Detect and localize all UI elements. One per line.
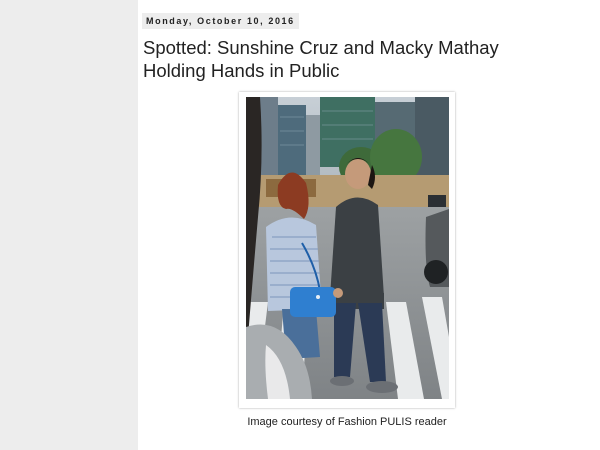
post-date-header: Monday, October 10, 2016 (142, 13, 299, 29)
post-image-frame[interactable] (239, 92, 455, 408)
post-photo[interactable] (246, 97, 449, 399)
post-title[interactable]: Spotted: Sunshine Cruz and Macky Mathay … (143, 36, 563, 82)
image-caption: Image courtesy of Fashion PULIS reader (247, 416, 447, 428)
